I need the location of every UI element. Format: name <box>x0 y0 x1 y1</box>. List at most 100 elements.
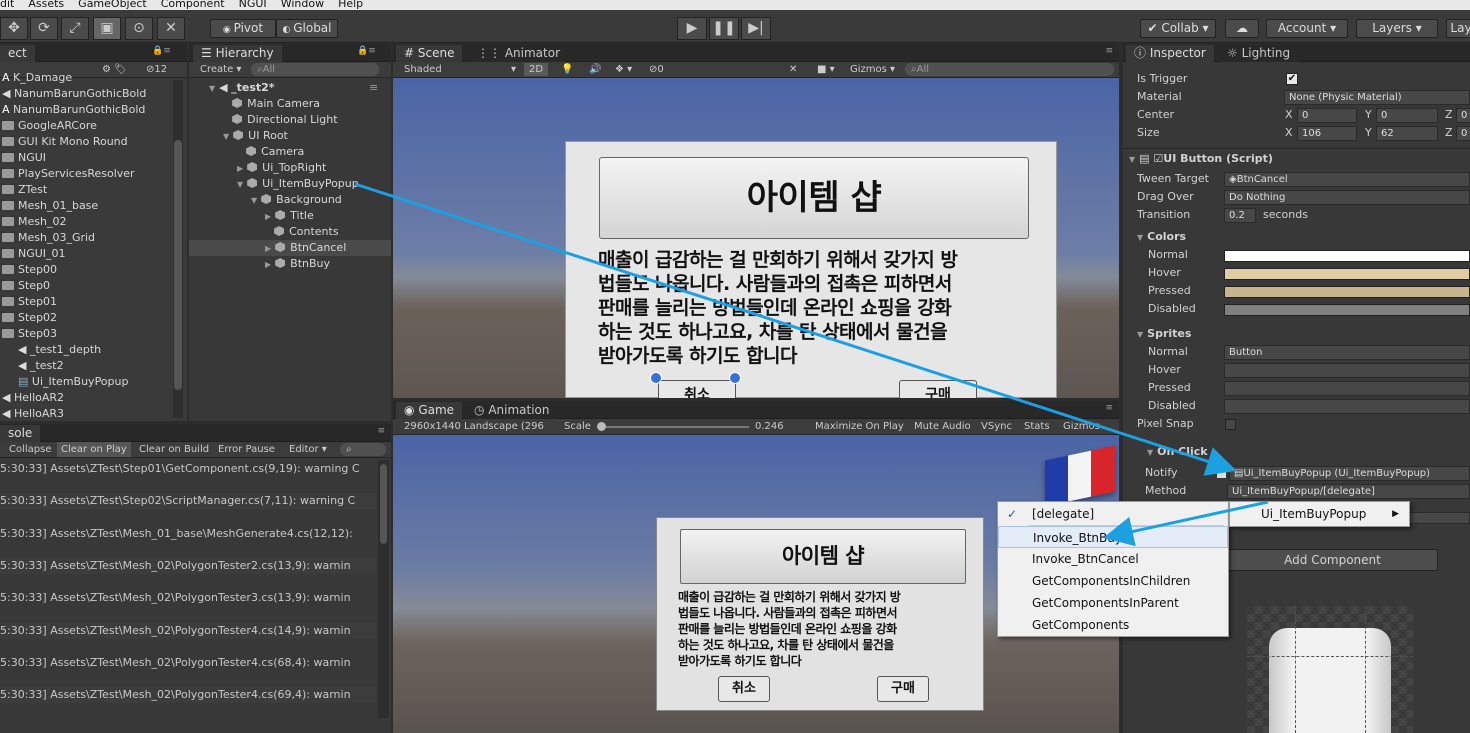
sprite-pressed-field[interactable] <box>1224 381 1470 396</box>
console-log-entry[interactable]: 5:30:33] Assets\ZTest\Mesh_02\PolygonTes… <box>0 557 376 574</box>
stats-toggle[interactable]: Stats <box>1024 419 1050 434</box>
foldout-arrow-icon[interactable] <box>223 116 228 125</box>
project-item[interactable]: ◀ HelloAR3 <box>2 406 64 421</box>
layers-dropdown[interactable]: Layers ▾ <box>1356 19 1438 38</box>
project-item[interactable]: ◀ NanumBarunGothicBold <box>2 86 146 102</box>
color-pressed-swatch[interactable] <box>1224 286 1470 298</box>
project-item[interactable]: Mesh_01_base <box>2 198 98 214</box>
tools-icon[interactable]: ✕ <box>789 62 797 77</box>
project-scrollbar[interactable] <box>173 80 183 418</box>
menu-item-invoke-btncancel[interactable]: Invoke_BtnCancel <box>998 548 1228 570</box>
pixel-snap-checkbox[interactable] <box>1225 419 1236 430</box>
account-dropdown[interactable]: Account ▾ <box>1266 19 1348 38</box>
center-x-field[interactable]: 0 <box>1297 108 1357 123</box>
project-item[interactable]: NGUI <box>2 150 46 166</box>
shading-dropdown[interactable]: Shaded ▾ <box>404 62 516 77</box>
component-enabled-checkbox[interactable]: ☑ <box>1153 152 1163 165</box>
global-toggle[interactable]: ◐ Global <box>276 19 338 38</box>
game-buy-button[interactable]: 구매 <box>877 676 929 702</box>
rect-tool-icon[interactable]: ▣ <box>93 17 121 40</box>
console-log-entry[interactable]: 5:30:33] Assets\ZTest\Mesh_01_base\MeshG… <box>0 526 376 542</box>
console-log-entry[interactable]: 5:30:33] Assets\ZTest\Mesh_02\PolygonTes… <box>0 590 376 606</box>
color-normal-swatch[interactable] <box>1224 250 1470 262</box>
editor-dropdown[interactable]: Editor ▾ <box>289 442 327 457</box>
menu-ngui[interactable]: NGUI <box>239 0 267 10</box>
hierarchy-item[interactable]: ▶ Ui_TopRight <box>237 160 326 176</box>
size-y-field[interactable]: 62 <box>1376 126 1438 141</box>
center-z-field[interactable]: 0 <box>1456 108 1470 123</box>
project-item[interactable]: ◀ _test2 <box>18 358 64 374</box>
project-item[interactable]: Mesh_03_Grid <box>2 230 95 246</box>
menu-help[interactable]: Help <box>338 0 363 10</box>
project-item[interactable]: ◀ _test1_depth <box>18 342 101 358</box>
pivot-toggle[interactable]: ◉ Pivot <box>210 19 276 38</box>
step-button[interactable]: ▶| <box>741 17 771 40</box>
panel-menu-icon[interactable]: ≡ <box>377 426 385 436</box>
scene-cancel-button[interactable]: 취소 <box>658 380 736 398</box>
mute-audio-toggle[interactable]: Mute Audio <box>914 419 971 434</box>
hierarchy-item[interactable]: ▼ Background <box>251 192 342 208</box>
onclick-header[interactable]: ▼ On Click <box>1147 443 1208 461</box>
resolution-dropdown[interactable]: 2960x1440 Landscape (296 <box>404 419 556 434</box>
hierarchy-item[interactable]: ▶ BtnCancel <box>189 240 391 256</box>
scale-slider-thumb[interactable] <box>597 422 606 431</box>
project-item[interactable]: Step01 <box>2 294 57 310</box>
center-y-field[interactable]: 0 <box>1376 108 1438 123</box>
project-item[interactable]: A NanumBarunGothicBold <box>2 102 145 118</box>
lock-icon[interactable]: 🔒≡ <box>152 46 171 56</box>
component-header[interactable]: ▼ ▤ ☑UI Button (Script) <box>1129 150 1273 168</box>
sprite-normal-field[interactable]: Button <box>1224 345 1470 360</box>
foldout-arrow-icon[interactable]: ▼ <box>237 180 243 189</box>
tab-hierarchy[interactable]: ☰ Hierarchy <box>193 45 282 62</box>
menu-item-getcomponentsinparent[interactable]: GetComponentsInParent <box>998 592 1228 614</box>
remove-notify-icon[interactable]: − <box>1217 468 1226 478</box>
maximize-on-play-toggle[interactable]: Maximize On Play <box>815 419 904 434</box>
camera-icon[interactable]: ■ ▾ <box>817 62 835 77</box>
project-item[interactable]: ▤ Ui_ItemBuyPopup <box>18 374 128 390</box>
hierarchy-search[interactable]: ⌕All <box>251 63 379 76</box>
console-log-entry[interactable]: 5:30:33] Assets\ZTest\Mesh_02\PolygonTes… <box>0 687 376 704</box>
foldout-arrow-icon[interactable]: ▶ <box>265 212 271 221</box>
popup-background[interactable]: 아이템 샵 매출이 급감하는 걸 만회하기 위해서 갖가지 방 법들도 나옵니다… <box>565 141 1057 398</box>
scene-search[interactable]: ⌕All <box>905 63 1114 76</box>
method-dropdown[interactable]: Ui_ItemBuyPopup/[delegate] <box>1227 484 1470 499</box>
project-item[interactable]: GUI Kit Mono Round <box>2 134 128 150</box>
transform-tool-icon[interactable]: ⊙ <box>125 17 153 40</box>
lighting-toggle-icon[interactable]: 💡 <box>561 62 573 77</box>
project-item[interactable]: Step00 <box>2 262 57 278</box>
lock-icon[interactable]: 🔒≡ <box>357 46 376 56</box>
hierarchy-item[interactable]: Main Camera <box>223 96 320 112</box>
scale-slider[interactable] <box>597 422 749 431</box>
audio-toggle-icon[interactable]: 🔊 <box>589 62 601 77</box>
add-component-button[interactable]: Add Component <box>1227 549 1438 571</box>
effects-toggle-icon[interactable]: ❖ ▾ <box>615 62 632 77</box>
hierarchy-item[interactable]: ▼ ◀ _test2* <box>209 80 275 96</box>
game-popup-background[interactable]: 아이템 샵 매출이 급감하는 걸 만회하기 위해서 갖가지 방 법들도 나옵니다… <box>656 517 984 711</box>
scene-buy-button[interactable]: 구매 <box>899 380 977 398</box>
play-button[interactable]: ▶ <box>677 17 707 40</box>
is-trigger-checkbox[interactable]: ✔ <box>1286 73 1298 85</box>
move-tool-icon[interactable]: ✥ <box>0 17 28 40</box>
project-item[interactable]: NGUI_01 <box>2 246 66 262</box>
menu-component[interactable]: Component <box>161 0 225 10</box>
size-x-field[interactable]: 106 <box>1297 126 1357 141</box>
cloud-button[interactable]: ☁ <box>1225 19 1259 38</box>
menu-gameobject[interactable]: GameObject <box>78 0 147 10</box>
transition-field[interactable]: 0.2 <box>1224 208 1256 223</box>
rotate-tool-icon[interactable]: ⟳ <box>30 17 58 40</box>
vsync-toggle[interactable]: VSync <box>981 419 1012 434</box>
drag-over-dropdown[interactable]: Do Nothing <box>1224 190 1470 205</box>
menu-window[interactable]: Window <box>281 0 324 10</box>
foldout-arrow-icon[interactable]: ▼ <box>209 84 215 93</box>
hidden-objects-count[interactable]: ⊘0 <box>649 62 664 77</box>
panel-menu-icon[interactable]: ≡ <box>1105 46 1113 56</box>
sprites-header[interactable]: ▼ Sprites <box>1137 325 1191 343</box>
console-log-entry[interactable]: 5:30:33] Assets\ZTest\Step02\ScriptManag… <box>0 493 376 510</box>
console-search[interactable]: ⌕ <box>340 443 386 456</box>
filter-icon[interactable]: ⚙ 🏷 <box>102 62 127 77</box>
foldout-arrow-icon[interactable] <box>223 100 228 109</box>
foldout-arrow-icon[interactable]: ▶ <box>265 244 271 253</box>
color-disabled-swatch[interactable] <box>1224 304 1470 316</box>
menu-edit[interactable]: dit <box>0 0 14 10</box>
menu-item-delegate[interactable]: ✓ [delegate] <box>998 503 1228 525</box>
